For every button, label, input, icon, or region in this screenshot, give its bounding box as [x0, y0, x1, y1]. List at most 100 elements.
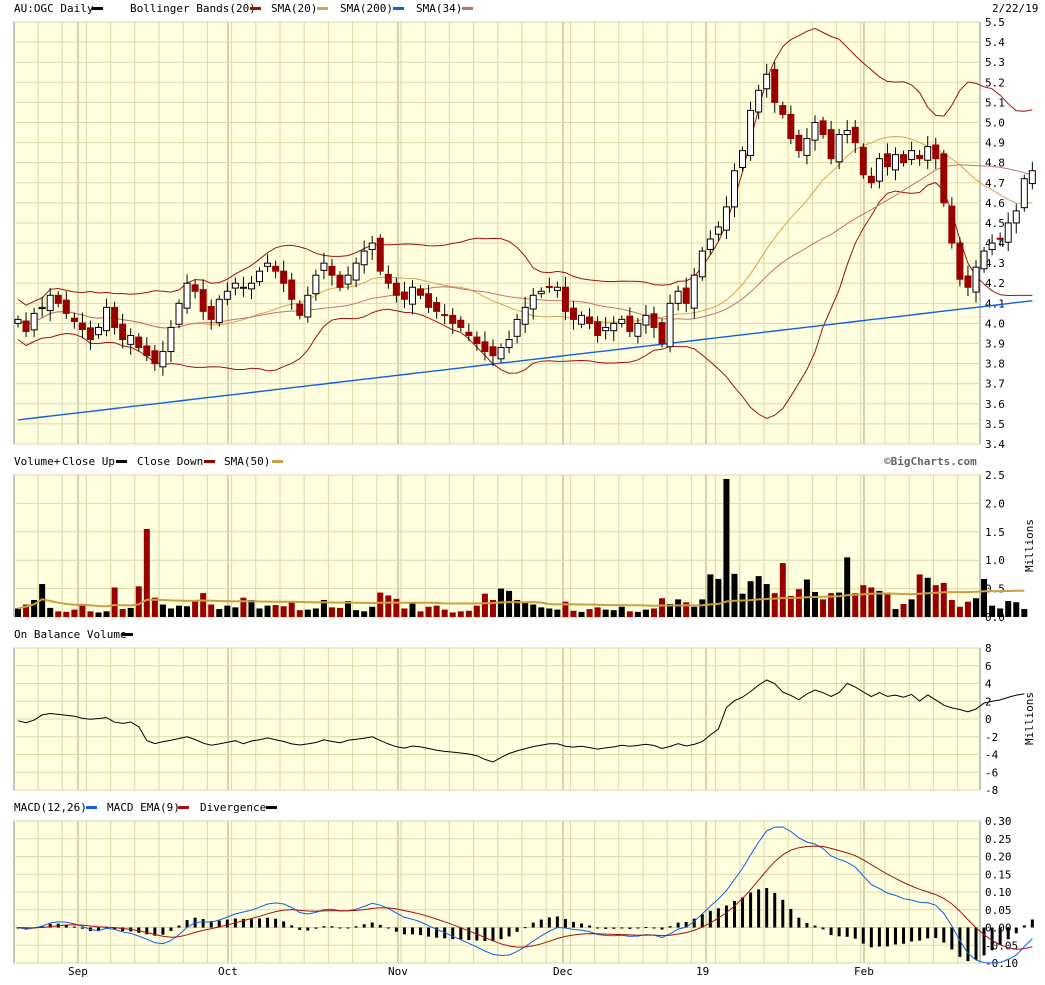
candle-up	[14, 318, 22, 324]
obv-y-tick: 6	[985, 660, 992, 673]
candle-up	[835, 134, 843, 163]
divergence-bar	[926, 927, 930, 939]
candle-up	[521, 306, 529, 325]
volume-bar	[216, 609, 223, 617]
volume-y-tick: 1.5	[985, 526, 1005, 539]
candle-down	[940, 153, 948, 204]
candle-down	[481, 341, 489, 353]
volume-bar	[570, 610, 577, 617]
volume-bar	[280, 606, 287, 617]
candle-up	[811, 121, 819, 141]
divergence-bar	[789, 908, 793, 928]
volume-bar	[691, 606, 698, 617]
divergence-bar	[539, 919, 543, 928]
candle-down	[859, 146, 867, 176]
volume-bar	[626, 611, 633, 617]
volume-bar	[602, 609, 609, 617]
candle-down	[787, 113, 795, 140]
candle-up	[553, 286, 561, 291]
volume-bar	[473, 605, 480, 617]
volume-bar	[328, 607, 335, 617]
price-y-tick: 5.1	[985, 96, 1005, 109]
divergence-bar	[918, 927, 922, 941]
divergence-bar	[467, 927, 471, 941]
candle-up	[231, 282, 239, 289]
candle-down	[143, 345, 151, 357]
divergence-bar	[346, 927, 350, 929]
macd-legend: MACD(12,26) MACD EMA(9) Divergence	[14, 801, 277, 814]
divergence-bar	[845, 927, 849, 937]
volume-bar	[119, 609, 126, 617]
x-tick-labels: Sep Oct Nov Dec 19 Feb	[68, 965, 874, 978]
obv-title: On Balance Volume	[14, 628, 127, 641]
candle-up	[344, 274, 352, 285]
divergence-bar	[676, 922, 680, 928]
candle-up	[803, 138, 811, 156]
divergence-bar	[966, 927, 970, 962]
x-tick-label: Dec	[553, 965, 573, 978]
legend-sma20: SMA(20)	[271, 2, 317, 15]
candle-up	[497, 347, 505, 360]
divergence-bar	[80, 927, 84, 929]
volume-bar	[578, 611, 585, 617]
candle-down	[288, 279, 296, 300]
candle-up	[247, 282, 255, 290]
volume-bar	[95, 612, 102, 617]
divergence-bar	[338, 927, 342, 929]
divergence-bar	[773, 892, 777, 928]
price-candle	[940, 149, 948, 207]
volume-bar	[256, 608, 263, 617]
divergence-bar	[837, 927, 841, 937]
volume-bar	[956, 606, 963, 617]
obv-y-tick: -8	[985, 784, 998, 797]
volume-bar	[296, 610, 303, 617]
divergence-bar	[934, 927, 938, 939]
volume-bar	[401, 608, 408, 617]
candle-up	[972, 266, 980, 293]
volume-bar	[731, 573, 738, 617]
candle-up	[924, 146, 932, 161]
price-y-tick: 4.5	[985, 217, 1005, 230]
volume-bar	[208, 604, 215, 617]
candle-down	[996, 237, 1004, 240]
volume-bar	[369, 606, 376, 617]
divergence-bar	[885, 927, 889, 947]
divergence-bar	[950, 927, 954, 950]
volume-bar	[224, 605, 231, 617]
obv-y-unit: Millions	[1023, 692, 1036, 745]
divergence-bar	[266, 917, 270, 928]
volume-bar	[860, 585, 867, 617]
divergence-bar	[547, 917, 551, 928]
divergence-bar	[893, 927, 897, 945]
candle-up	[674, 290, 682, 304]
volume-bar	[465, 610, 472, 617]
candle-up	[159, 351, 167, 368]
candle-down	[569, 307, 577, 320]
volume-bar	[924, 577, 931, 617]
candle-up	[537, 290, 545, 295]
candle-up	[714, 226, 722, 235]
divergence-bar	[620, 927, 624, 929]
legend-swatch-obv	[122, 633, 133, 636]
volume-bar	[900, 603, 907, 617]
volume-bar	[272, 605, 279, 617]
volume-bar	[167, 608, 174, 617]
volume-bar	[659, 598, 666, 617]
volume-sma50-label: SMA(50)	[224, 455, 270, 468]
legend-swatch-sma34	[462, 7, 473, 10]
candle-down	[433, 302, 441, 312]
obv-y-tick: 0	[985, 713, 992, 726]
watermark: ©BigCharts.com	[884, 455, 977, 468]
volume-bar	[932, 585, 939, 617]
candle-up	[747, 109, 755, 156]
volume-bar	[377, 592, 384, 617]
price-y-tick: 5.5	[985, 16, 1005, 29]
volume-bar	[79, 604, 86, 617]
divergence-bar	[813, 925, 817, 928]
divergence-bar	[604, 927, 608, 929]
candle-up	[103, 306, 111, 332]
candle-down	[207, 306, 215, 320]
volume-bar	[844, 557, 851, 617]
volume-bar	[852, 593, 859, 617]
price-y-tick: 3.8	[985, 358, 1005, 371]
